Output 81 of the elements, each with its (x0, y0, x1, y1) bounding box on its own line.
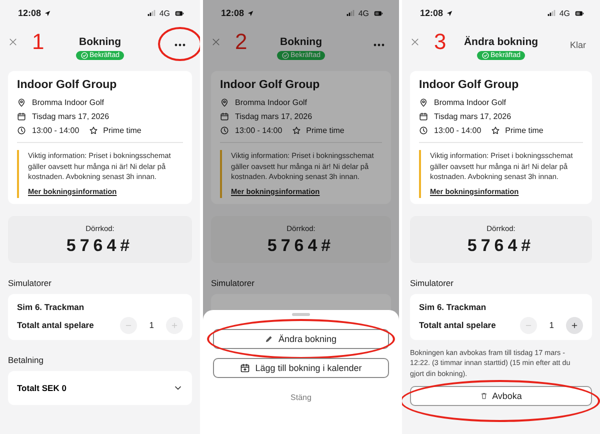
star-icon (292, 126, 302, 135)
cancel-booking-button[interactable]: Avboka (410, 386, 592, 406)
section-heading: Simulatorer (8, 278, 52, 288)
time-text: 13:00 - 14:00 (434, 126, 482, 135)
screen-title: Bokning (79, 36, 121, 48)
signal-icon (147, 9, 156, 17)
screen-title: Bokning (280, 36, 322, 48)
door-code: 5764# (66, 236, 134, 256)
close-icon (211, 37, 221, 47)
venue-title: Indoor Golf Group (220, 79, 321, 91)
battery-icon (372, 8, 385, 18)
step-number: 3 (434, 31, 446, 53)
location-arrow-icon (44, 10, 52, 16)
edit-booking-button[interactable]: Ändra bokning (213, 329, 389, 349)
clock-time: 12:08 (420, 8, 444, 18)
clock-time: 12:08 (221, 8, 244, 18)
player-count: 1 (549, 320, 554, 330)
step-number: 2 (235, 31, 248, 53)
step-number: 1 (32, 31, 44, 53)
tag-text: Prime time (505, 126, 544, 135)
location-arrow-icon (446, 10, 454, 16)
payment-total-row[interactable]: Totalt SEK 0 (8, 370, 192, 405)
battery-icon (573, 8, 586, 18)
location-pin-icon (220, 98, 229, 107)
close-button[interactable] (8, 37, 18, 47)
players-label: Totalt antal spelare (17, 320, 94, 330)
venue-title: Indoor Golf Group (419, 79, 520, 91)
location-pin-icon (419, 98, 428, 107)
done-button[interactable]: Klar (564, 38, 592, 52)
simulator-name: Sim 6. Trackman (419, 302, 488, 312)
tag-text: Prime time (306, 126, 344, 135)
more-icon (174, 42, 186, 48)
location-text: Bromma Indoor Golf (235, 98, 308, 107)
section-heading: Betalning (8, 354, 44, 365)
plus-button[interactable] (566, 316, 583, 334)
clock-time: 12:08 (18, 8, 42, 18)
location-arrow-icon (247, 10, 254, 16)
plus-icon (170, 320, 179, 330)
calendar-icon (17, 112, 26, 121)
calendar-plus-icon (240, 363, 250, 373)
clock-icon (17, 126, 26, 135)
time-text: 13:00 - 14:00 (235, 126, 282, 135)
add-to-calendar-button[interactable]: Lägg till bokning i kalender (213, 358, 389, 378)
players-label: Totalt antal spelare (419, 320, 496, 330)
venue-title: Indoor Golf Group (17, 79, 118, 91)
time-text: 13:00 - 14:00 (32, 126, 80, 135)
close-button[interactable] (211, 37, 221, 47)
date-text: Tisdag mars 17, 2026 (235, 112, 312, 121)
player-count: 1 (149, 320, 154, 330)
close-icon (410, 37, 420, 47)
section-heading: Simulatorer (410, 278, 454, 288)
location-text: Bromma Indoor Golf (32, 98, 104, 107)
star-icon (491, 126, 500, 135)
plus-icon (570, 320, 579, 330)
screen-title: Ändra bokning (464, 36, 538, 48)
simulator-name: Sim 6. Trackman (17, 302, 86, 312)
close-sheet-button[interactable]: Stäng (284, 392, 318, 403)
sheet-handle[interactable] (292, 313, 310, 316)
location-text: Bromma Indoor Golf (434, 98, 506, 107)
clock-icon (419, 126, 428, 135)
trash-icon (480, 392, 488, 400)
calendar-icon (220, 112, 229, 121)
signal-icon (547, 9, 556, 17)
location-pin-icon (17, 98, 26, 107)
network-label: 4G (559, 8, 570, 18)
section-heading: Simulatorer (211, 278, 256, 288)
date-text: Tisdag mars 17, 2026 (434, 112, 512, 121)
door-code: 5764# (467, 236, 535, 256)
battery-icon (173, 8, 186, 18)
close-icon (8, 37, 18, 47)
network-label: 4G (159, 8, 170, 18)
more-icon (373, 42, 385, 48)
date-text: Tisdag mars 17, 2026 (32, 112, 110, 121)
network-label: 4G (358, 8, 369, 18)
clock-icon (220, 126, 229, 135)
star-icon (89, 126, 98, 135)
close-button[interactable] (410, 37, 420, 47)
door-code: 5764# (267, 236, 335, 256)
tag-text: Prime time (103, 126, 142, 135)
signal-icon (346, 9, 356, 17)
calendar-icon (419, 112, 428, 121)
